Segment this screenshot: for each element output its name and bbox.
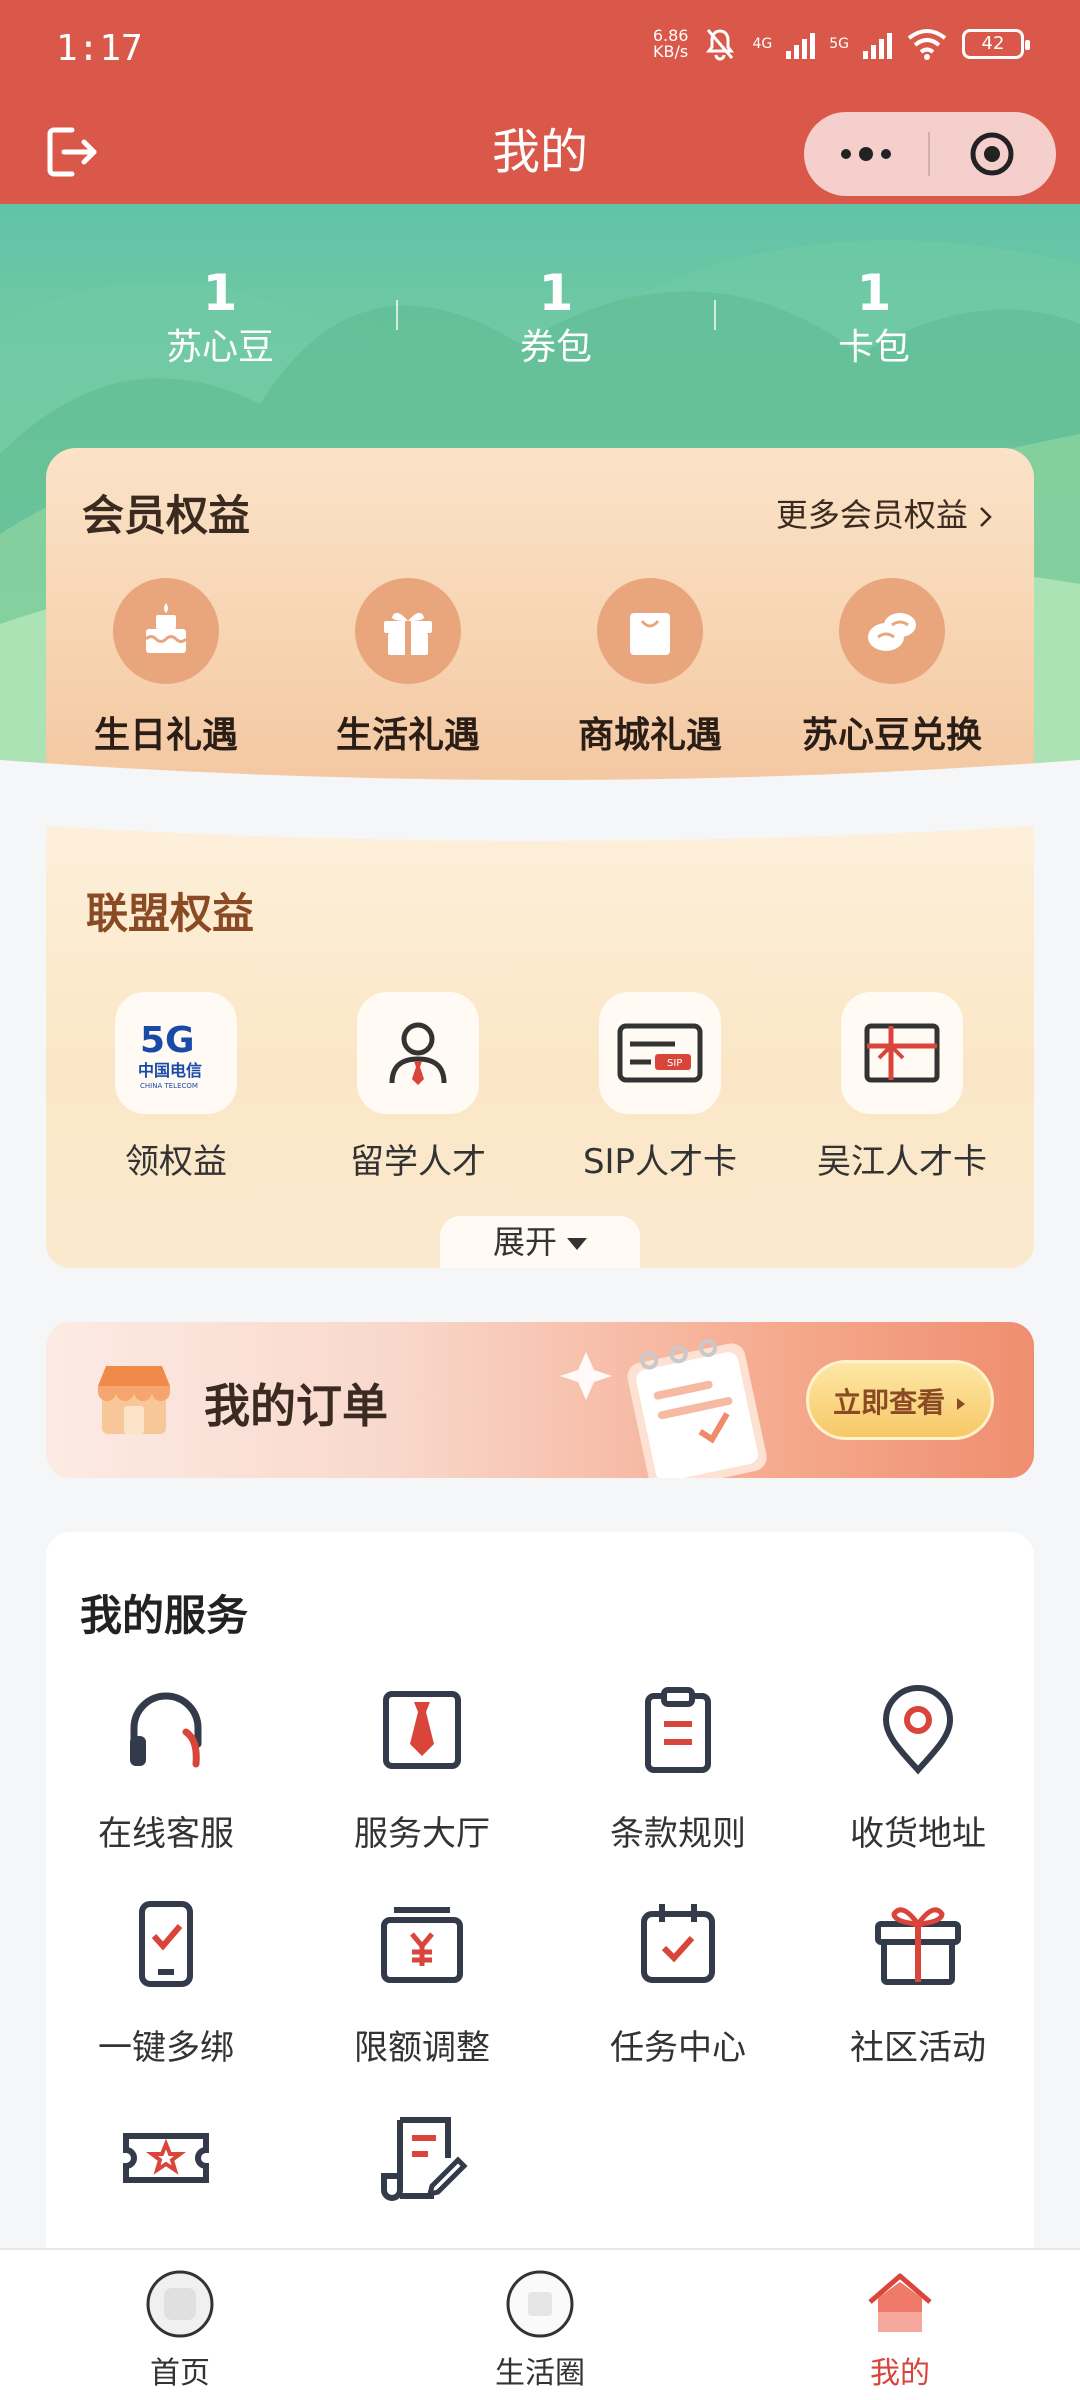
view-now-button[interactable]: 立即查看 [806, 1360, 994, 1440]
headset-icon [130, 1692, 202, 1768]
service-edit-document[interactable] [302, 2110, 542, 2234]
shopping-bag-icon [597, 578, 703, 684]
my-services-title: 我的服务 [80, 1591, 249, 1640]
calendar-check-icon [641, 1904, 715, 1983]
svg-text:CHINA TELECOM: CHINA TELECOM [140, 1082, 198, 1090]
member-item-life[interactable]: 生活礼遇 [308, 578, 508, 758]
stat-coupons[interactable]: 1 券包 [446, 262, 666, 372]
store-icon [98, 1366, 170, 1434]
network-speed: 6.86 KB/s [652, 26, 689, 61]
sip-card-icon: SIP [599, 992, 721, 1114]
chevron-right-icon [980, 507, 992, 527]
member-item-mall[interactable]: 商城礼遇 [550, 578, 750, 758]
service-shipping-address[interactable]: 收货地址 [798, 1682, 1034, 1855]
gift-box-icon [355, 578, 461, 684]
svg-text:中国电信: 中国电信 [138, 1061, 202, 1080]
birthday-cake-icon [113, 578, 219, 684]
member-item-bean-exchange[interactable]: 苏心豆兑换 [792, 578, 992, 758]
service-community-events[interactable]: 社区活动 [798, 1896, 1034, 2069]
alliance-item-sip-card[interactable]: SIP SIP人才卡 [550, 992, 770, 1183]
member-item-birthday[interactable]: 生日礼遇 [66, 578, 266, 758]
bottom-navigation: 首页 生活圈 我的 [0, 2248, 1080, 2400]
person-icon [357, 992, 479, 1114]
alliance-item-telecom[interactable]: 5G 中国电信 CHINA TELECOM 领权益 [66, 992, 286, 1183]
alliance-benefits-card: 联盟权益 5G 中国电信 CHINA TELECOM 领权益 留学人才 SIP … [46, 806, 1034, 1268]
close-miniprogram-button[interactable] [930, 112, 1054, 196]
svg-text:5G: 5G [140, 1020, 195, 1061]
target-circle-icon [970, 132, 1014, 176]
signal-icon-1 [786, 29, 816, 59]
more-member-benefits-link[interactable]: 更多会员权益 [776, 490, 994, 536]
member-benefits-title: 会员权益 [82, 491, 251, 540]
status-icons: 6.86 KB/s 4G 5G 42 [652, 26, 1030, 62]
alliance-benefits-title: 联盟权益 [86, 889, 255, 938]
china-telecom-5g-logo: 5G 中国电信 CHINA TELECOM [115, 992, 237, 1114]
stat-beans[interactable]: 1 苏心豆 [110, 262, 330, 372]
wifi-icon [907, 29, 947, 60]
service-task-center[interactable]: 任务中心 [558, 1896, 798, 2069]
order-notebook-illustration [560, 1339, 767, 1478]
triangle-down-icon [567, 1238, 587, 1250]
nav-my[interactable]: 我的 [780, 2268, 1020, 2392]
alliance-item-wujiang-card[interactable]: 吴江人才卡 [792, 992, 1012, 1183]
my-orders-banner[interactable]: 我的订单 立即查看 [46, 1322, 1034, 1478]
service-one-click-bind[interactable]: 一键多绑 [46, 1896, 286, 2069]
home-avatar-icon [146, 2270, 214, 2338]
service-hall[interactable]: 服务大厅 [302, 1682, 542, 1855]
clipboard-icon [645, 1687, 711, 1773]
nav-home[interactable]: 首页 [60, 2268, 300, 2392]
my-services-card: 我的服务 在线客服 服务大厅 条款规则 收货地址 一键多绑 限额调整 任务中心 … [46, 1532, 1034, 2252]
bean-icon [839, 578, 945, 684]
play-arrow-icon [956, 1398, 965, 1410]
member-benefits-card: 会员权益 更多会员权益 生日礼遇 生活礼遇 商城礼遇 苏心豆兑换 [46, 448, 1034, 788]
my-orders-title: 我的订单 [204, 1379, 388, 1433]
title-bar: 我的 [0, 100, 1080, 204]
network-4g-label: 4G [752, 36, 773, 52]
alliance-item-study-abroad[interactable]: 留学人才 [308, 992, 528, 1183]
star-ticket-icon [123, 2133, 209, 2183]
stat-cards[interactable]: 1 卡包 [764, 262, 984, 372]
network-5g-label: 5G [829, 36, 849, 52]
tie-icon [383, 1691, 461, 1769]
my-house-icon [868, 2273, 932, 2332]
status-bar: 1:17 6.86 KB/s 4G 5G 42 [0, 0, 1080, 100]
location-pin-icon [882, 1685, 954, 1775]
svg-text:SIP: SIP [667, 1058, 682, 1069]
nav-life-circle[interactable]: 生活圈 [420, 2268, 660, 2392]
service-star-ticket[interactable] [46, 2110, 286, 2234]
service-terms[interactable]: 条款规则 [558, 1682, 798, 1855]
battery-indicator: 42 [962, 29, 1030, 59]
signal-icon-2 [863, 29, 892, 59]
mute-bell-icon [706, 29, 735, 61]
more-options-button[interactable] [804, 112, 928, 196]
life-circle-icon [506, 2270, 574, 2338]
mini-program-capsule [804, 112, 1056, 196]
service-online-support[interactable]: 在线客服 [46, 1682, 286, 1855]
edit-document-icon [381, 2117, 468, 2201]
service-limit-adjust[interactable]: 限额调整 [302, 1896, 542, 2069]
yuan-wallet-icon [381, 1907, 463, 1983]
expand-button[interactable]: 展开 [440, 1216, 640, 1268]
gift-icon [875, 1907, 961, 1985]
red-ribbon-card-icon [841, 992, 963, 1114]
phone-check-icon [139, 1901, 193, 1987]
status-time: 1:17 [56, 28, 143, 69]
